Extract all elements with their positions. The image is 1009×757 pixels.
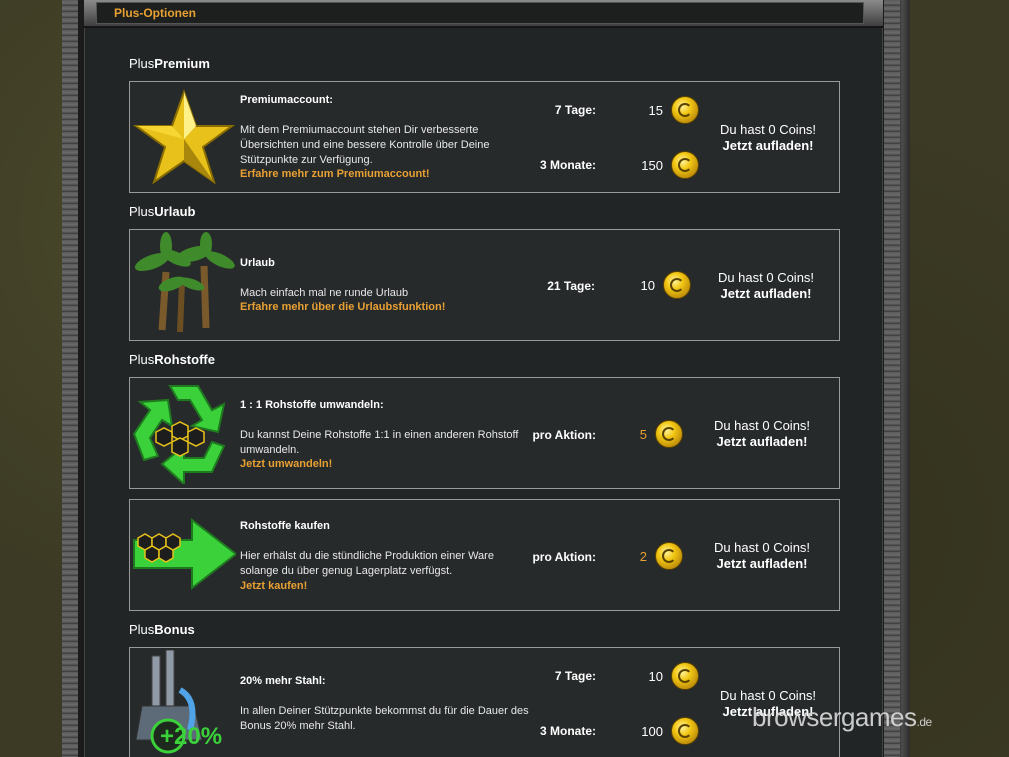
umwandeln-description: Du kannst Deine Rohstoffe 1:1 in einen a…	[240, 429, 519, 456]
card-urlaub: Urlaub Mach einfach mal ne runde Urlaub …	[129, 229, 840, 341]
reload-coins-link[interactable]: Jetzt aufladen!	[696, 286, 836, 302]
coins-balance: Du hast 0 Coins!	[719, 688, 817, 703]
palm-trees-icon	[134, 232, 235, 333]
price-value: 5	[639, 427, 647, 442]
section-title-premium: PlusPremium	[129, 56, 210, 71]
stahl-description: In allen Deiner Stützpunkte bekommst du …	[240, 705, 529, 732]
price-label: 3 Monate:	[539, 724, 596, 738]
frame-rail-left	[62, 0, 78, 757]
premiumaccount-description: Mit dem Premiumaccount stehen Dir verbes…	[240, 124, 490, 166]
section-title-rohstoffe: PlusRohstoffe	[129, 352, 215, 367]
kaufen-action-link[interactable]: Jetzt kaufen!	[240, 580, 307, 592]
frame-rail-right	[884, 0, 900, 757]
price-value: 100	[641, 724, 663, 739]
star-icon	[132, 88, 236, 185]
bonus-badge: +20%	[160, 723, 222, 750]
card-rohstoffe-kaufen: Rohstoffe kaufen Hier erhälst du die stü…	[129, 499, 840, 611]
reload-coins-link[interactable]: Jetzt aufladen!	[698, 138, 838, 154]
coins-info: Du hast 0 Coins! Jetzt aufladen!	[692, 418, 832, 450]
coin-icon[interactable]	[671, 717, 699, 745]
coins-balance: Du hast 0 Coins!	[717, 270, 815, 285]
price-label: pro Aktion:	[532, 550, 596, 564]
green-arrow-icon	[133, 517, 236, 591]
coins-info: Du hast 0 Coins! Jetzt aufladen!	[696, 270, 836, 302]
urlaub-description: Mach einfach mal ne runde Urlaub	[240, 287, 409, 299]
kaufen-description: Hier erhälst du die stündliche Produktio…	[240, 550, 494, 577]
coins-balance: Du hast 0 Coins!	[713, 540, 811, 555]
reload-coins-link[interactable]: Jetzt aufladen!	[692, 434, 832, 450]
section-title-urlaub: PlusUrlaub	[129, 204, 196, 219]
premiumaccount-more-link[interactable]: Erfahre mehr zum Premiumaccount!	[240, 168, 430, 180]
price-label: pro Aktion:	[532, 428, 596, 442]
factory-icon: +20%	[135, 650, 222, 754]
price-value: 15	[648, 103, 663, 118]
price-value: 10	[648, 669, 663, 684]
price-value: 150	[641, 158, 663, 173]
premiumaccount-name: Premiumaccount:	[240, 94, 333, 106]
urlaub-more-link[interactable]: Erfahre mehr über die Urlaubsfunktion!	[240, 301, 445, 313]
umwandeln-action-link[interactable]: Jetzt umwandeln!	[240, 458, 332, 470]
price-value: 2	[639, 549, 647, 564]
umwandeln-name: 1 : 1 Rohstoffe umwandeln:	[240, 399, 384, 411]
coin-icon[interactable]	[655, 542, 683, 570]
page-title: Plus-Optionen	[114, 6, 196, 20]
price-label: 3 Monate:	[539, 158, 596, 172]
reload-coins-link[interactable]: Jetzt aufladen!	[692, 556, 832, 572]
coin-icon[interactable]	[655, 420, 683, 448]
price-label: 21 Tage:	[547, 279, 595, 293]
coins-balance: Du hast 0 Coins!	[719, 122, 817, 137]
urlaub-name: Urlaub	[240, 257, 275, 269]
coin-icon[interactable]	[671, 151, 699, 179]
browsergames-watermark: browsergames.de	[752, 702, 932, 732]
card-premiumaccount: Premiumaccount: Mit dem Premiumaccount s…	[129, 81, 840, 193]
section-title-bonus: PlusBonus	[129, 622, 195, 637]
recycle-icon	[132, 385, 226, 484]
coins-info: Du hast 0 Coins! Jetzt aufladen!	[692, 540, 832, 572]
stahl-name: 20% mehr Stahl:	[240, 675, 326, 687]
coin-icon[interactable]	[671, 96, 699, 124]
price-value: 10	[640, 278, 655, 293]
card-mehr-stahl: +20% 20% mehr Stahl: In allen Deiner Stü…	[129, 647, 840, 757]
kaufen-name: Rohstoffe kaufen	[240, 520, 330, 532]
coins-info: Du hast 0 Coins! Jetzt aufladen!	[698, 122, 838, 154]
price-label: 7 Tage:	[554, 103, 596, 117]
price-label: 7 Tage:	[554, 669, 596, 683]
coins-balance: Du hast 0 Coins!	[713, 418, 811, 433]
coin-icon[interactable]	[671, 662, 699, 690]
card-rohstoffe-umwandeln: 1 : 1 Rohstoffe umwandeln: Du kannst Dei…	[129, 377, 840, 489]
coin-icon[interactable]	[663, 271, 691, 299]
title-tab	[96, 2, 864, 24]
